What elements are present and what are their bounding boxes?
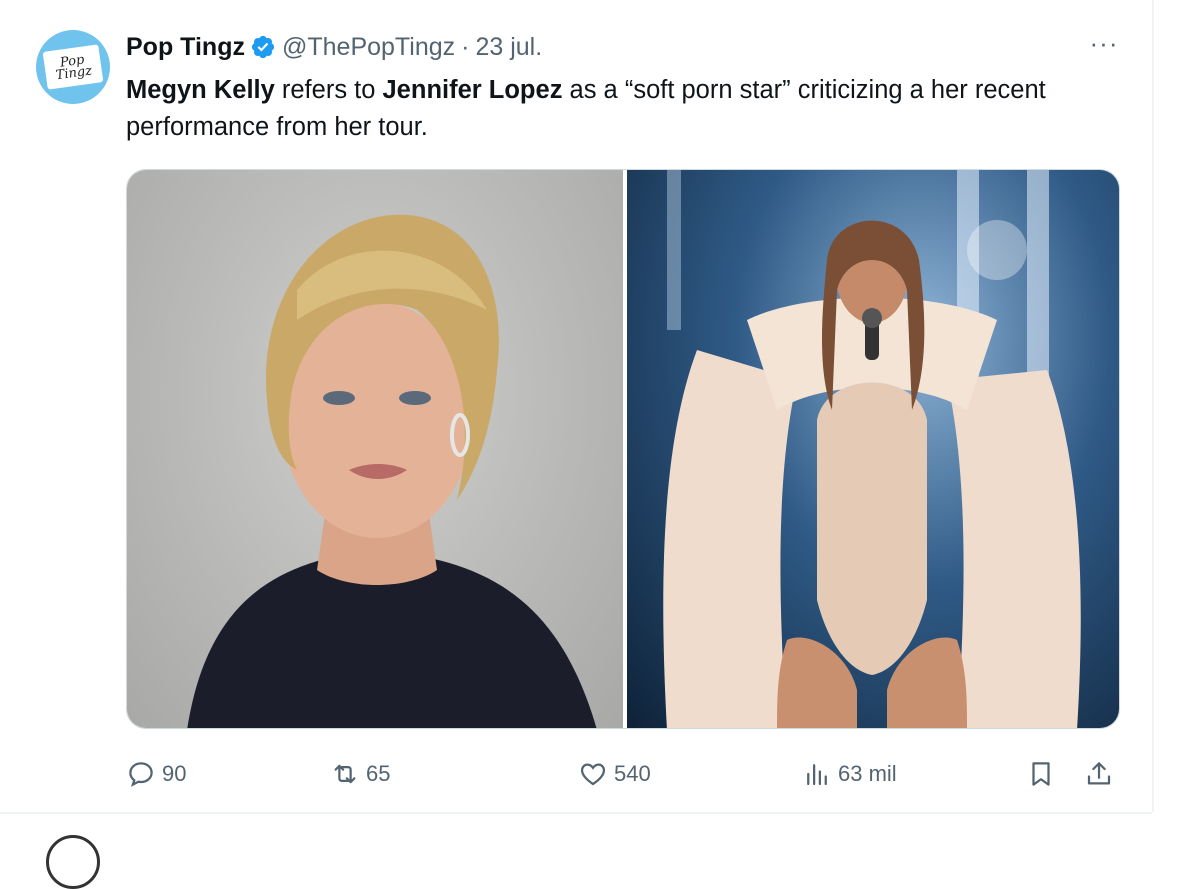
views-count: 63 mil <box>838 761 897 786</box>
reply-button[interactable]: 90 <box>126 756 186 792</box>
separator-dot: · <box>461 32 470 61</box>
tweet-text: Megyn Kelly refers to Jennifer Lopez as … <box>126 72 1116 146</box>
like-count: 540 <box>614 761 651 786</box>
share-icon <box>1087 762 1111 785</box>
tweet-actions: 90 65 540 63 mil <box>126 756 1120 792</box>
like-button[interactable]: 540 <box>578 756 651 792</box>
logo-text: Pop Tingz <box>54 52 93 84</box>
tweet-media[interactable] <box>126 169 1120 729</box>
handle[interactable]: @ThePopTingz <box>282 33 455 62</box>
bookmark-icon <box>1032 762 1050 786</box>
views-button[interactable]: 63 mil <box>802 756 897 792</box>
repost-icon <box>334 764 356 784</box>
tweet-date[interactable]: 23 jul. <box>475 33 542 62</box>
bookmark-button[interactable] <box>1026 756 1062 792</box>
mention-jennifer-lopez: Jennifer Lopez <box>382 76 563 104</box>
pop-tingz-logo: Pop Tingz <box>42 44 104 90</box>
portrait-illustration <box>187 214 597 728</box>
repost-count: 65 <box>366 761 391 786</box>
mention-megyn-kelly: Megyn Kelly <box>126 76 275 104</box>
tweet-card[interactable]: Pop Tingz Pop Tingz @ThePopTingz · 23 ju… <box>0 0 1154 812</box>
repost-button[interactable]: 65 <box>330 756 390 792</box>
avatar[interactable]: Pop Tingz <box>36 30 110 104</box>
views-chart-icon <box>807 764 827 786</box>
share-button[interactable] <box>1084 756 1120 792</box>
photo-jennifer-lopez[interactable] <box>627 170 1119 728</box>
performer-illustration <box>663 170 1081 728</box>
more-icon: ··· <box>1089 28 1119 58</box>
next-tweet-avatar[interactable] <box>46 835 100 889</box>
tweet-text-part: refers to <box>274 76 383 104</box>
photo-megyn-kelly[interactable] <box>127 170 623 728</box>
more-options-button[interactable]: ··· <box>1084 28 1124 58</box>
display-name[interactable]: Pop Tingz <box>126 33 245 62</box>
timeline-divider <box>0 812 1152 814</box>
verified-badge-icon <box>251 35 275 59</box>
reply-icon <box>129 762 153 787</box>
reply-count: 90 <box>162 761 187 786</box>
heart-icon <box>580 763 606 786</box>
tweet-header: Pop Tingz @ThePopTingz · 23 jul. <box>126 30 542 64</box>
